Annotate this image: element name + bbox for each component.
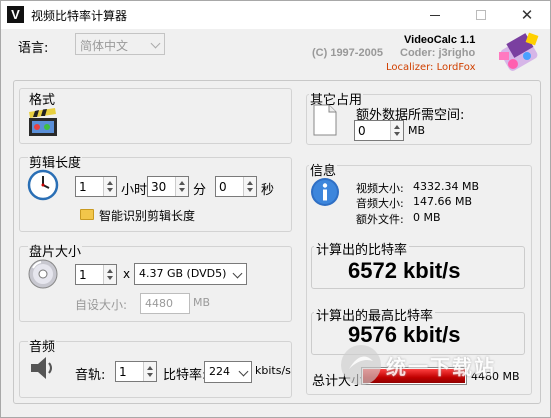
stepper-arrows[interactable] xyxy=(175,177,188,196)
language-label: 语言: xyxy=(18,41,49,56)
audio-bitrate-label: 比特率: xyxy=(163,368,207,383)
maximize-button[interactable] xyxy=(458,1,504,29)
audio-size-value: 147.66 MB xyxy=(413,195,473,208)
custom-size-label: 自设大小: xyxy=(75,298,128,312)
info-icon xyxy=(311,178,339,206)
seconds-unit: 秒 xyxy=(261,183,275,198)
extra-space-stepper[interactable]: 0 xyxy=(354,120,404,141)
minutes-unit: 分 xyxy=(193,183,207,198)
window-title: 视频比特率计算器 xyxy=(31,9,128,23)
format-title: 格式 xyxy=(28,89,57,108)
watermark-logo-icon xyxy=(341,345,381,385)
stepper-arrows[interactable] xyxy=(103,177,116,196)
bitrate-result-title: 计算出的比特率 xyxy=(314,239,410,258)
video-size-value: 4332.34 MB xyxy=(413,180,480,193)
language-select[interactable]: 简体中文 xyxy=(75,33,165,55)
stepper-arrows[interactable] xyxy=(243,177,256,196)
hours-stepper[interactable]: 1 xyxy=(75,176,117,197)
title-bar: V 视频比特率计算器 ✕ xyxy=(1,1,550,29)
app-window: V 视频比特率计算器 ✕ 语言: 简体中文 VideoCalc 1.1 (C) … xyxy=(0,0,551,418)
copyright: (C) 1997-2005 xyxy=(312,47,383,59)
audio-bitrate-select[interactable]: 224 xyxy=(204,361,252,383)
minimize-button[interactable] xyxy=(412,1,458,29)
hours-unit: 小时 xyxy=(121,183,148,198)
maximize-icon xyxy=(476,10,486,20)
extra-files-label: 额外文件: xyxy=(356,213,404,226)
minutes-stepper[interactable]: 30 xyxy=(147,176,189,197)
app-icon: V xyxy=(7,6,24,23)
clock-icon xyxy=(27,169,59,201)
stepper-arrows[interactable] xyxy=(103,265,116,284)
auto-detect-link[interactable]: 智能识别剪辑长度 xyxy=(99,207,195,224)
format-group xyxy=(19,88,292,144)
stepper-arrows[interactable] xyxy=(143,362,156,381)
audio-bitrate-unit: kbits/s xyxy=(255,364,291,377)
tracks-stepper[interactable]: 1 xyxy=(115,361,157,382)
extra-space-unit: MB xyxy=(408,124,426,137)
chevron-down-icon xyxy=(150,38,161,49)
stepper-arrows[interactable] xyxy=(390,121,403,140)
logo-icon xyxy=(499,32,539,71)
custom-size-input[interactable]: 4480 xyxy=(140,293,190,314)
close-icon: ✕ xyxy=(520,6,534,24)
tracks-label: 音轨: xyxy=(75,368,106,383)
watermark-text: 统一下载站 xyxy=(386,355,496,379)
app-name: VideoCalc 1.1 xyxy=(404,34,476,46)
speaker-icon xyxy=(31,357,52,379)
close-button[interactable]: ✕ xyxy=(504,1,550,29)
coder: Coder: j3righo xyxy=(400,47,476,59)
audio-title: 音频 xyxy=(28,336,57,355)
audio-size-label: 音频大小: xyxy=(356,197,404,210)
minimize-icon xyxy=(430,14,440,16)
disk-size-select[interactable]: 4.37 GB (DVD5) xyxy=(134,263,247,285)
chevron-down-icon xyxy=(238,366,249,377)
chevron-down-icon xyxy=(232,268,243,279)
extra-files-value: 0 MB xyxy=(413,211,441,224)
bitrate-result-value: 6572 kbit/s xyxy=(348,258,461,283)
disk-count-stepper[interactable]: 1 xyxy=(75,264,117,285)
disc-icon xyxy=(28,259,58,289)
video-size-label: 视频大小: xyxy=(356,182,404,195)
custom-size-unit: MB xyxy=(193,296,211,309)
folder-icon[interactable] xyxy=(80,209,94,220)
clapperboard-icon[interactable] xyxy=(27,108,59,138)
seconds-stepper[interactable]: 0 xyxy=(215,176,257,197)
file-icon xyxy=(313,104,337,136)
localizer: Localizer: LordFox xyxy=(386,62,476,73)
times-label: x xyxy=(123,267,131,281)
